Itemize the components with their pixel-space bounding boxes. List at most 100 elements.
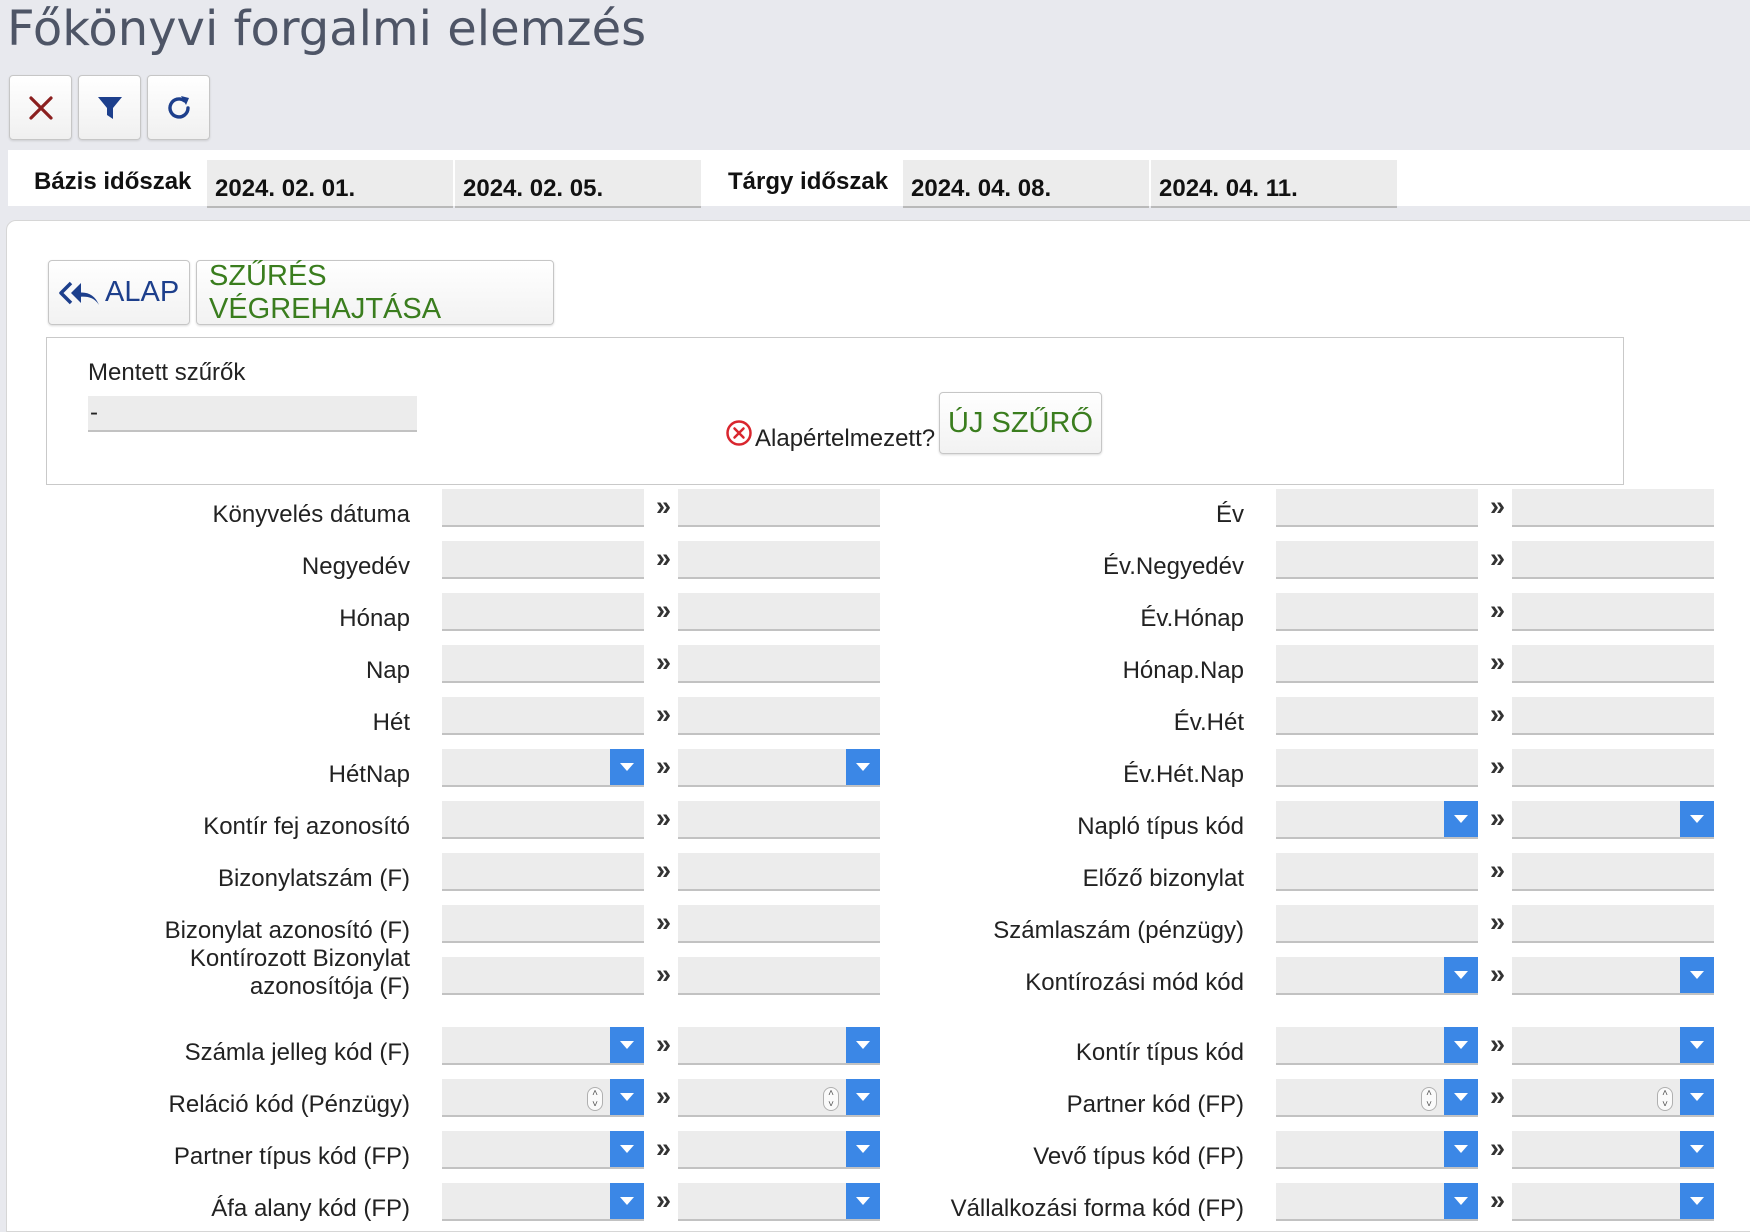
- right-range-separator-7: »: [1490, 855, 1506, 885]
- right-filter-to-12[interactable]: [1512, 1131, 1714, 1169]
- right-range-separator-12: »: [1490, 1133, 1506, 1163]
- right-filter-from-11[interactable]: ˄ ˅: [1276, 1079, 1478, 1117]
- spinner-icon[interactable]: ˄ ˅: [1421, 1087, 1437, 1111]
- saved-filters-select[interactable]: -: [88, 396, 417, 432]
- left-range-separator-13: »: [656, 1185, 672, 1215]
- chevron-down-icon[interactable]: [1680, 1027, 1714, 1063]
- right-filter-from-12[interactable]: [1276, 1131, 1478, 1169]
- new-filter-button[interactable]: ÚJ SZŰRŐ: [939, 392, 1102, 454]
- right-filter-from-3[interactable]: [1276, 645, 1478, 683]
- chevron-down-icon[interactable]: [1444, 1079, 1478, 1115]
- left-filter-from-3[interactable]: [442, 645, 644, 683]
- close-button[interactable]: [9, 75, 72, 140]
- left-filter-from-8[interactable]: [442, 905, 644, 943]
- chevron-down-icon[interactable]: [1680, 1183, 1714, 1219]
- right-filter-from-5[interactable]: [1276, 749, 1478, 787]
- right-filter-from-7[interactable]: [1276, 853, 1478, 891]
- right-filter-from-4[interactable]: [1276, 697, 1478, 735]
- right-filter-to-10[interactable]: [1512, 1027, 1714, 1065]
- right-filter-to-13[interactable]: [1512, 1183, 1714, 1221]
- target-period-from-field[interactable]: 2024. 04. 08.: [903, 160, 1149, 208]
- left-filter-from-4[interactable]: [442, 697, 644, 735]
- right-filter-from-6[interactable]: [1276, 801, 1478, 839]
- chevron-down-icon[interactable]: [610, 1079, 644, 1115]
- apply-filter-button[interactable]: SZŰRÉS VÉGREHAJTÁSA: [196, 260, 554, 325]
- chevron-down-icon[interactable]: [1444, 801, 1478, 837]
- left-filter-from-13[interactable]: [442, 1183, 644, 1221]
- refresh-button[interactable]: [147, 75, 210, 140]
- left-range-separator-5: »: [656, 751, 672, 781]
- left-filter-from-2[interactable]: [442, 593, 644, 631]
- right-filter-to-1[interactable]: [1512, 541, 1714, 579]
- right-filter-to-11[interactable]: ˄ ˅: [1512, 1079, 1714, 1117]
- saved-filters-label: Mentett szűrők: [88, 359, 246, 386]
- right-filter-to-9[interactable]: [1512, 957, 1714, 995]
- right-filter-to-0[interactable]: [1512, 489, 1714, 527]
- left-filter-label-2: Hónap: [339, 605, 410, 632]
- chevron-down-icon[interactable]: [1444, 1027, 1478, 1063]
- left-range-separator-2: »: [656, 595, 672, 625]
- right-filter-from-2[interactable]: [1276, 593, 1478, 631]
- chevron-down-icon[interactable]: [1680, 1131, 1714, 1167]
- right-filter-to-4[interactable]: [1512, 697, 1714, 735]
- right-filter-to-8[interactable]: [1512, 905, 1714, 943]
- left-filter-from-5[interactable]: [442, 749, 644, 787]
- right-filter-to-5[interactable]: [1512, 749, 1714, 787]
- apply-filter-label: SZŰRÉS VÉGREHAJTÁSA: [209, 259, 442, 325]
- page-title: Főkönyvi forgalmi elemzés: [7, 1, 647, 57]
- right-filter-label-3: Hónap.Nap: [1122, 657, 1244, 684]
- default-toggle-icon[interactable]: [725, 419, 753, 447]
- chevron-down-icon[interactable]: [610, 1131, 644, 1167]
- left-filter-from-6[interactable]: [442, 801, 644, 839]
- right-filter-label-1: Év.Negyedév: [1103, 553, 1244, 580]
- right-filter-to-3[interactable]: [1512, 645, 1714, 683]
- chevron-down-icon[interactable]: [1680, 957, 1714, 993]
- left-filter-from-0[interactable]: [442, 489, 644, 527]
- target-period-to-field[interactable]: 2024. 04. 11.: [1151, 160, 1397, 208]
- chevron-down-icon[interactable]: [610, 1027, 644, 1063]
- right-filter-to-7[interactable]: [1512, 853, 1714, 891]
- filter-button[interactable]: [78, 75, 141, 140]
- left-filter-label-6: Kontír fej azonosító: [203, 813, 410, 840]
- right-filter-from-8[interactable]: [1276, 905, 1478, 943]
- chevron-down-icon[interactable]: [1680, 801, 1714, 837]
- right-filter-from-10[interactable]: [1276, 1027, 1478, 1065]
- base-period-to-field[interactable]: 2024. 02. 05.: [455, 160, 701, 208]
- right-filter-from-1[interactable]: [1276, 541, 1478, 579]
- left-filter-from-1[interactable]: [442, 541, 644, 579]
- chevron-down-icon[interactable]: [1444, 957, 1478, 993]
- spinner-icon[interactable]: ˄ ˅: [1657, 1087, 1673, 1111]
- chevron-down-icon[interactable]: [1444, 1183, 1478, 1219]
- new-filter-label: ÚJ SZŰRŐ: [948, 406, 1093, 439]
- left-filter-from-7[interactable]: [442, 853, 644, 891]
- chevron-down-icon[interactable]: [1680, 1079, 1714, 1115]
- left-filter-label-7: Bizonylatszám (F): [217, 865, 410, 892]
- right-filter-label-8: Számlaszám (pénzügy): [993, 917, 1244, 944]
- right-range-separator-2: »: [1490, 595, 1506, 625]
- right-range-separator-6: »: [1490, 803, 1506, 833]
- left-range-separator-1: »: [656, 543, 672, 573]
- right-filter-label-2: Év.Hónap: [1140, 605, 1244, 632]
- right-filter-label-6: Napló típus kód: [1077, 813, 1244, 840]
- left-filter-from-9[interactable]: [442, 957, 644, 995]
- right-filter-from-9[interactable]: [1276, 957, 1478, 995]
- right-filter-to-2[interactable]: [1512, 593, 1714, 631]
- right-filter-from-13[interactable]: [1276, 1183, 1478, 1221]
- left-range-separator-7: »: [656, 855, 672, 885]
- left-filter-label-0: Könyvelés dátuma: [212, 501, 410, 528]
- left-filter-label-12: Partner típus kód (FP): [173, 1143, 410, 1170]
- left-filter-from-10[interactable]: [442, 1027, 644, 1065]
- base-period-from-value: 2024. 02. 01.: [215, 175, 356, 202]
- left-filter-from-12[interactable]: [442, 1131, 644, 1169]
- chevron-down-icon[interactable]: [610, 749, 644, 785]
- right-filter-to-6[interactable]: [1512, 801, 1714, 839]
- chevron-down-icon[interactable]: [1444, 1131, 1478, 1167]
- base-period-from-field[interactable]: 2024. 02. 01.: [207, 160, 453, 208]
- right-filter-from-0[interactable]: [1276, 489, 1478, 527]
- right-filter-label-12: Vevő típus kód (FP): [1033, 1143, 1244, 1170]
- chevron-down-icon[interactable]: [610, 1183, 644, 1219]
- base-button[interactable]: ALAP: [48, 260, 190, 325]
- spinner-icon[interactable]: ˄ ˅: [823, 1087, 839, 1111]
- left-filter-from-11[interactable]: ˄ ˅: [442, 1079, 644, 1117]
- spinner-icon[interactable]: ˄ ˅: [587, 1087, 603, 1111]
